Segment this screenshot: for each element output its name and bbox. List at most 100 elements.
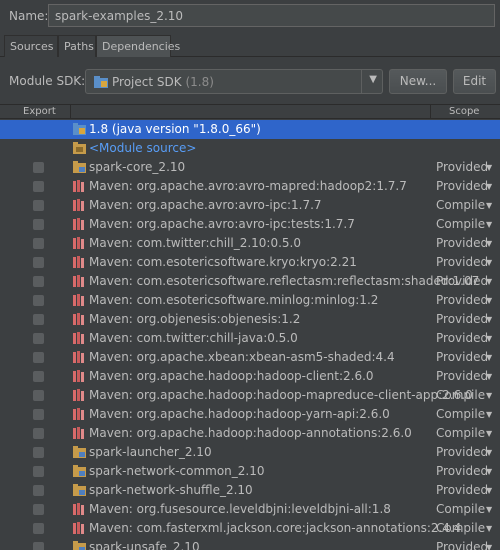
scope-dropdown[interactable]: Provided xyxy=(436,236,488,250)
export-checkbox[interactable] xyxy=(33,428,44,439)
export-checkbox[interactable] xyxy=(33,238,44,249)
export-checkbox[interactable] xyxy=(33,162,44,173)
scope-dropdown[interactable]: Compile xyxy=(436,502,485,516)
chevron-down-icon[interactable]: ▼ xyxy=(486,182,492,191)
header-export[interactable]: Export xyxy=(23,105,56,119)
scope-dropdown[interactable]: Provided xyxy=(436,160,488,174)
scope-dropdown[interactable]: Provided xyxy=(436,331,488,345)
chevron-down-icon[interactable]: ▼ xyxy=(486,486,492,495)
export-checkbox[interactable] xyxy=(33,371,44,382)
chevron-down-icon[interactable]: ▼ xyxy=(369,74,377,85)
chevron-down-icon[interactable]: ▼ xyxy=(486,353,492,362)
scope-dropdown[interactable]: Compile xyxy=(436,426,485,440)
export-checkbox[interactable] xyxy=(33,257,44,268)
table-row[interactable]: Maven: org.apache.xbean:xbean-asm5-shade… xyxy=(0,348,500,367)
scope-dropdown[interactable]: Compile xyxy=(436,217,485,231)
scope-dropdown[interactable]: Provided xyxy=(436,312,488,326)
chevron-down-icon[interactable]: ▼ xyxy=(486,391,492,400)
chevron-down-icon[interactable]: ▼ xyxy=(486,410,492,419)
chevron-down-icon[interactable]: ▼ xyxy=(486,543,492,550)
scope-dropdown[interactable]: Provided xyxy=(436,179,488,193)
scope-dropdown[interactable]: Provided xyxy=(436,445,488,459)
edit-sdk-button[interactable]: Edit xyxy=(453,69,496,94)
export-checkbox[interactable] xyxy=(33,200,44,211)
export-checkbox[interactable] xyxy=(33,333,44,344)
table-row[interactable]: Maven: org.fusesource.leveldbjni:leveldb… xyxy=(0,500,500,519)
table-row[interactable]: Maven: org.apache.avro:avro-ipc:tests:1.… xyxy=(0,215,500,234)
export-checkbox[interactable] xyxy=(33,523,44,534)
chevron-down-icon[interactable]: ▼ xyxy=(486,315,492,324)
export-checkbox[interactable] xyxy=(33,409,44,420)
table-row[interactable]: Maven: org.apache.avro:avro-ipc:1.7.7 Com… xyxy=(0,196,500,215)
scope-dropdown[interactable]: Provided xyxy=(436,350,488,364)
chevron-down-icon[interactable]: ▼ xyxy=(486,505,492,514)
table-row[interactable]: <Module source> xyxy=(0,139,500,158)
dependency-name: <Module source> xyxy=(89,141,197,155)
chevron-down-icon[interactable]: ▼ xyxy=(486,277,492,286)
scope-dropdown[interactable]: Provided xyxy=(436,293,488,307)
dependency-name: Maven: com.fasterxml.jackson.core:jackso… xyxy=(89,521,462,535)
chevron-down-icon[interactable]: ▼ xyxy=(486,334,492,343)
module-sdk-dropdown[interactable]: Project SDK (1.8) ▼ xyxy=(85,69,383,94)
module-name-input[interactable] xyxy=(48,4,495,27)
tab-dependencies[interactable]: Dependencies xyxy=(96,35,180,57)
scope-dropdown[interactable]: Provided xyxy=(436,464,488,478)
export-checkbox[interactable] xyxy=(33,314,44,325)
export-checkbox[interactable] xyxy=(33,542,44,550)
table-row[interactable]: spark-network-shuffle_2.10 Provided ▼ xyxy=(0,481,500,500)
table-row[interactable]: spark-network-common_2.10 Provided ▼ xyxy=(0,462,500,481)
scope-dropdown[interactable]: Provided xyxy=(436,369,488,383)
dependency-name: Maven: org.apache.avro:avro-ipc:tests:1.… xyxy=(89,217,355,231)
export-checkbox[interactable] xyxy=(33,390,44,401)
export-checkbox[interactable] xyxy=(33,276,44,287)
table-row[interactable]: Maven: com.fasterxml.jackson.core:jackso… xyxy=(0,519,500,538)
chevron-down-icon[interactable]: ▼ xyxy=(486,448,492,457)
export-checkbox[interactable] xyxy=(33,181,44,192)
table-row[interactable]: Maven: org.apache.hadoop:hadoop-client:2… xyxy=(0,367,500,386)
table-row[interactable]: Maven: com.esotericsoftware.kryo:kryo:2.… xyxy=(0,253,500,272)
tab-sources[interactable]: Sources xyxy=(4,35,58,57)
chevron-down-icon[interactable]: ▼ xyxy=(486,372,492,381)
table-row[interactable]: Maven: com.twitter:chill_2.10:0.5.0 Provi… xyxy=(0,234,500,253)
chevron-down-icon[interactable]: ▼ xyxy=(486,220,492,229)
table-row[interactable]: Maven: org.apache.avro:avro-mapred:hadoo… xyxy=(0,177,500,196)
export-checkbox[interactable] xyxy=(33,466,44,477)
export-checkbox[interactable] xyxy=(33,485,44,496)
table-row[interactable]: Maven: org.apache.hadoop:hadoop-annotati… xyxy=(0,424,500,443)
table-row[interactable]: spark-core_2.10 Provided ▼ xyxy=(0,158,500,177)
chevron-down-icon[interactable]: ▼ xyxy=(486,296,492,305)
table-row[interactable]: Maven: com.esotericsoftware.reflectasm:r… xyxy=(0,272,500,291)
export-checkbox[interactable] xyxy=(33,219,44,230)
scope-dropdown[interactable]: Provided xyxy=(436,255,488,269)
export-checkbox[interactable] xyxy=(33,504,44,515)
table-row[interactable]: spark-launcher_2.10 Provided ▼ xyxy=(0,443,500,462)
export-checkbox[interactable] xyxy=(33,447,44,458)
chevron-down-icon[interactable]: ▼ xyxy=(486,163,492,172)
library-icon xyxy=(73,313,86,325)
chevron-down-icon[interactable]: ▼ xyxy=(486,201,492,210)
table-row[interactable]: Maven: com.esotericsoftware.minlog:minlo… xyxy=(0,291,500,310)
scope-dropdown[interactable]: Compile xyxy=(436,407,485,421)
tab-paths[interactable]: Paths xyxy=(58,35,96,57)
scope-dropdown[interactable]: Provided xyxy=(436,483,488,497)
table-row[interactable]: Maven: org.apache.hadoop:hadoop-yarn-api… xyxy=(0,405,500,424)
chevron-down-icon[interactable]: ▼ xyxy=(486,258,492,267)
new-sdk-button[interactable]: New... xyxy=(389,69,447,94)
table-row[interactable]: Maven: org.apache.hadoop:hadoop-mapreduc… xyxy=(0,386,500,405)
chevron-down-icon[interactable]: ▼ xyxy=(486,429,492,438)
export-checkbox[interactable] xyxy=(33,352,44,363)
scope-dropdown[interactable]: Provided xyxy=(436,540,488,550)
scope-dropdown[interactable]: Compile xyxy=(436,521,485,535)
scope-dropdown[interactable]: Compile xyxy=(436,388,485,402)
scope-dropdown[interactable]: Provided xyxy=(436,274,488,288)
chevron-down-icon[interactable]: ▼ xyxy=(486,524,492,533)
table-row[interactable]: spark-unsafe_2.10 Provided ▼ xyxy=(0,538,500,550)
table-row[interactable]: Maven: com.twitter:chill-java:0.5.0 Provi… xyxy=(0,329,500,348)
chevron-down-icon[interactable]: ▼ xyxy=(486,239,492,248)
chevron-down-icon[interactable]: ▼ xyxy=(486,467,492,476)
header-scope[interactable]: Scope xyxy=(449,105,479,119)
table-row[interactable]: Maven: org.objenesis:objenesis:1.2 Provid… xyxy=(0,310,500,329)
table-row[interactable]: 1.8 (java version "1.8.0_66") xyxy=(0,120,500,139)
scope-dropdown[interactable]: Compile xyxy=(436,198,485,212)
export-checkbox[interactable] xyxy=(33,295,44,306)
